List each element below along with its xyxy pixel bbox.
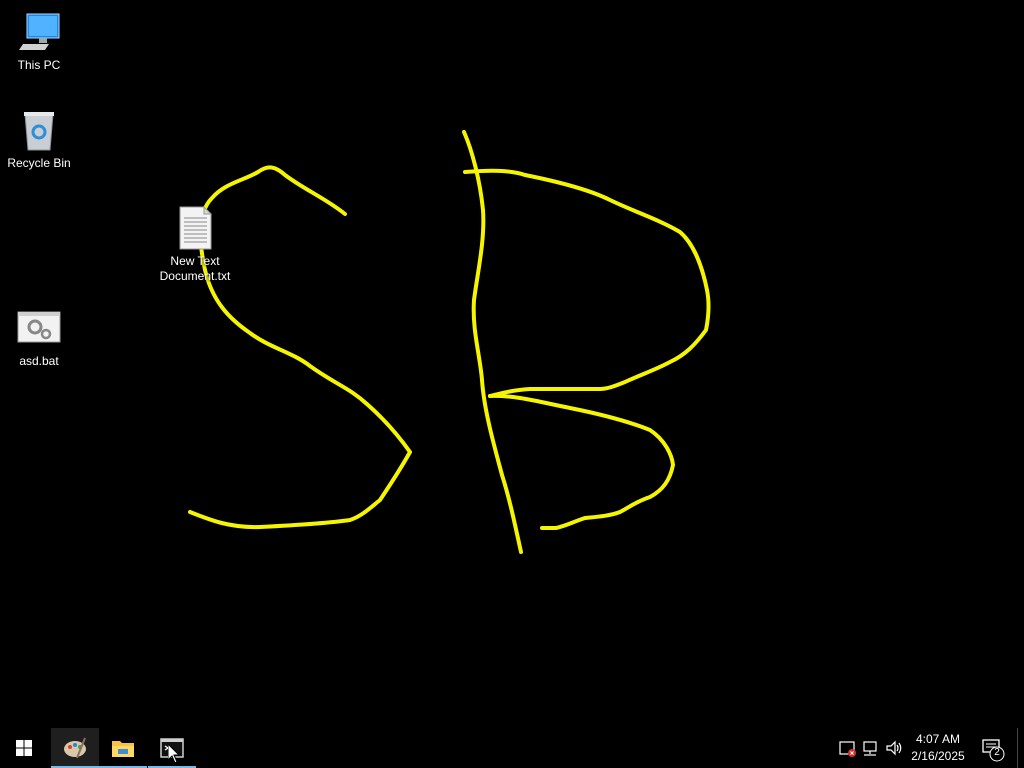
desktop[interactable]: This PC Recycle Bin New Text Document.tx…	[0, 0, 1024, 728]
drawing-letter-b-lower	[488, 393, 675, 530]
desktop-icon-new-text-document[interactable]: New Text Document.txt	[157, 206, 233, 284]
freehand-drawing	[188, 130, 711, 554]
network-icon[interactable]	[861, 738, 881, 758]
desktop-icon-this-pc[interactable]: This PC	[1, 10, 77, 73]
notification-count-badge: 2	[994, 747, 1000, 758]
desktop-icon-label: asd.bat	[19, 354, 59, 368]
desktop-icon-label: This PC	[17, 58, 61, 72]
show-desktop-button[interactable]	[1017, 728, 1024, 768]
desktop-icon-label: Recycle Bin	[7, 156, 71, 170]
mouse-cursor-icon	[168, 744, 180, 764]
windows-logo-icon	[16, 740, 32, 756]
desktop-icon-recycle-bin[interactable]: Recycle Bin	[1, 108, 77, 171]
recycle-bin-icon	[24, 112, 54, 151]
paint-palette-icon	[64, 737, 86, 759]
folder-icon	[112, 741, 134, 757]
taskbar-clock[interactable]: 4:07 AM 2/16/2025	[900, 731, 976, 765]
drawing-letter-b-stem	[462, 130, 523, 554]
clock-date: 2/16/2025	[911, 749, 965, 763]
action-center-button[interactable]: 2	[978, 730, 1008, 766]
taskbar	[0, 728, 1024, 768]
clock-time: 4:07 AM	[915, 732, 961, 746]
batch-file-icon	[17, 311, 61, 343]
taskbar-app-paint[interactable]	[51, 728, 99, 768]
taskbar-app-file-explorer[interactable]	[99, 728, 147, 768]
text-file-icon	[179, 206, 213, 250]
drawing-letter-b-upper	[463, 168, 711, 398]
start-button[interactable]	[0, 728, 48, 768]
desktop-icon-asd-bat[interactable]: asd.bat	[1, 306, 77, 369]
monitor-icon	[19, 13, 60, 50]
security-alert-icon[interactable]	[838, 738, 858, 758]
desktop-icon-label: New Text Document.txt	[159, 254, 231, 283]
